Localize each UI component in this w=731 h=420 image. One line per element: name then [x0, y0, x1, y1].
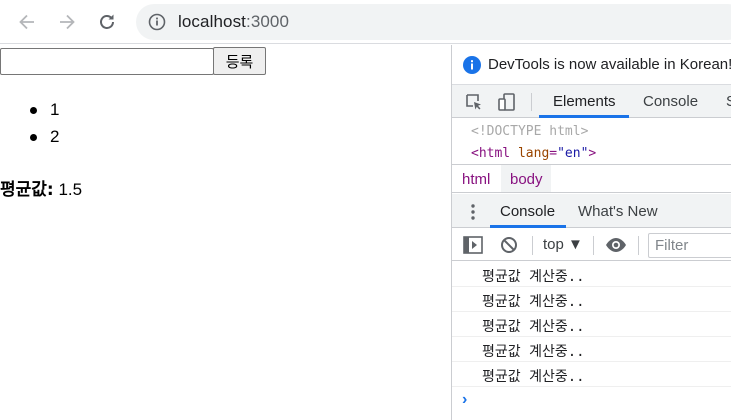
drawer-tab-console[interactable]: Console [500, 203, 555, 220]
info-icon[interactable] [148, 13, 166, 31]
arrow-right-icon [60, 14, 75, 30]
toolbar-divider [593, 236, 594, 255]
back-button[interactable] [12, 7, 42, 37]
console-log-row: 평균값 계산중.. [452, 262, 731, 287]
toolbar-divider [532, 236, 533, 255]
arrow-left-icon [19, 14, 34, 30]
breadcrumb: html body [452, 164, 731, 193]
list-item: 1 [30, 99, 59, 126]
browser-toolbar: localhost:3000 [0, 0, 731, 44]
devtools-panel: DevTools is now available in Korean! Ele… [451, 45, 731, 420]
forward-button[interactable] [52, 7, 82, 37]
average-value: 1.5 [58, 180, 83, 199]
number-input[interactable] [0, 48, 214, 75]
page-content: 등록 1 2 평균값: 1.5 [0, 45, 451, 420]
tab-console[interactable]: Console [643, 93, 698, 110]
doctype-node[interactable]: <!DOCTYPE html> [471, 124, 588, 139]
drawer-tabbar: Console What's New [452, 194, 731, 228]
inspect-element-icon[interactable] [464, 92, 484, 112]
number-list: 1 2 [30, 99, 59, 153]
reload-button[interactable] [92, 7, 122, 37]
elements-tree: <!DOCTYPE html> <html lang="en"> [452, 119, 731, 163]
tab-sources[interactable]: S [726, 93, 731, 110]
console-log-row: 평균값 계산중.. [452, 362, 731, 387]
device-toolbar-icon[interactable] [497, 92, 517, 112]
console-toolbar: top ▼ Filter [452, 229, 731, 261]
address-bar[interactable]: localhost:3000 [136, 4, 731, 40]
more-options-icon[interactable] [470, 202, 476, 222]
active-tab-indicator [539, 115, 629, 118]
eye-icon[interactable] [605, 236, 627, 254]
average-label: 평균값: [0, 180, 54, 200]
active-drawer-tab-indicator [490, 225, 566, 228]
submit-button[interactable]: 등록 [213, 47, 266, 75]
url-text: localhost:3000 [178, 12, 290, 31]
breadcrumb-body[interactable]: body [510, 171, 543, 188]
console-log-row: 평균값 계산중.. [452, 312, 731, 337]
info-icon [463, 56, 481, 74]
toolbar-divider [638, 236, 639, 255]
breadcrumb-html[interactable]: html [462, 171, 490, 188]
reload-icon [100, 14, 114, 29]
sidebar-toggle-icon[interactable] [463, 236, 483, 254]
language-notice: DevTools is now available in Korean! [452, 45, 731, 83]
context-selector[interactable]: top ▼ [543, 236, 583, 253]
console-prompt[interactable]: › [462, 391, 467, 409]
tab-elements[interactable]: Elements [553, 93, 616, 110]
average-display: 평균값: 1.5 [0, 175, 82, 200]
console-log-row: 평균값 계산중.. [452, 337, 731, 362]
list-item: 2 [30, 126, 59, 153]
toolbar-divider [531, 93, 532, 111]
notice-text: DevTools is now available in Korean! [488, 56, 731, 73]
drawer-tab-whats-new[interactable]: What's New [578, 203, 658, 220]
console-log-row: 평균값 계산중.. [452, 287, 731, 312]
clear-console-icon[interactable] [500, 236, 520, 254]
filter-input[interactable]: Filter [648, 233, 731, 258]
html-node[interactable]: <html lang="en"> [471, 146, 596, 161]
devtools-tabbar: Elements Console S [452, 84, 731, 118]
